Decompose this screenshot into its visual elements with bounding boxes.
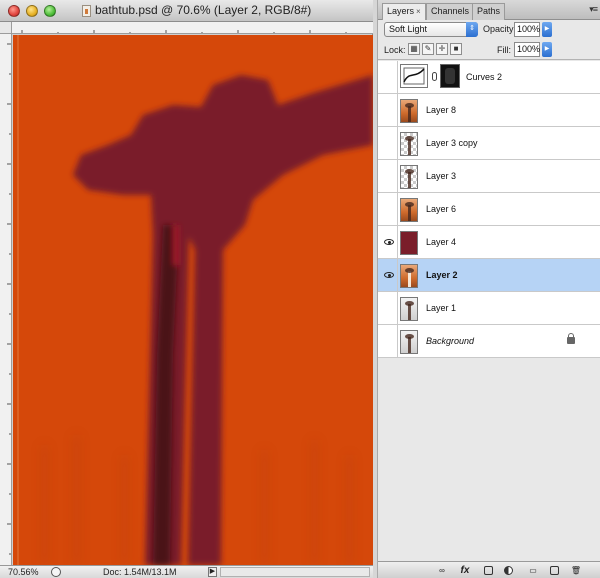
- layer-list: Curves 2 Layer 8 Layer 3 copy Layer 3 La…: [378, 61, 600, 358]
- eye-icon: [384, 239, 394, 245]
- layer-row-layer-1[interactable]: Layer 1: [378, 292, 600, 325]
- blend-mode-select[interactable]: Soft Light ⇕: [384, 22, 478, 37]
- layer-name: Curves 2: [466, 72, 503, 82]
- layer-name: Layer 4: [426, 237, 457, 247]
- layer-mask-thumbnail[interactable]: [440, 64, 460, 88]
- vertical-ruler[interactable]: [0, 34, 12, 565]
- layer-name: Layer 8: [426, 105, 457, 115]
- document-size: Doc: 1.54M/13.1M: [103, 567, 177, 577]
- panel-tab-bar: Layers × Channels Paths ▾≡: [378, 0, 600, 20]
- ruler-origin[interactable]: [0, 22, 12, 34]
- visibility-toggle[interactable]: [380, 325, 398, 357]
- visibility-toggle[interactable]: [380, 292, 398, 324]
- ruler-ticks: [21, 30, 347, 33]
- document-titlebar[interactable]: bathtub.psd @ 70.6% (Layer 2, RGB/8#): [0, 0, 373, 22]
- visibility-toggle[interactable]: [380, 193, 398, 225]
- opacity-input[interactable]: 100%: [514, 22, 540, 37]
- zoom-window-button[interactable]: [44, 5, 56, 17]
- minimize-window-button[interactable]: [26, 5, 38, 17]
- opacity-slider-arrow-icon[interactable]: ▶: [542, 22, 552, 37]
- visibility-toggle[interactable]: [380, 160, 398, 192]
- layer-thumbnail: [400, 198, 418, 222]
- layer-row-layer-6[interactable]: Layer 6: [378, 193, 600, 226]
- lock-all-icon[interactable]: ■: [450, 43, 462, 55]
- opacity-label: Opacity:: [483, 24, 517, 34]
- tab-channels-label: Channels: [431, 6, 470, 16]
- visibility-toggle[interactable]: [380, 94, 398, 126]
- new-layer-icon[interactable]: [548, 564, 560, 577]
- trash-icon[interactable]: 🗑: [570, 564, 582, 577]
- layer-row-layer-4[interactable]: Layer 4: [378, 226, 600, 259]
- select-arrows-icon: ⇕: [466, 22, 478, 37]
- document-status-bar: 70.56% Doc: 1.54M/13.1M ▶: [0, 565, 373, 578]
- layer-thumbnail: [400, 264, 418, 288]
- horizontal-scrollbar[interactable]: [220, 567, 370, 577]
- tab-paths-label: Paths: [477, 6, 501, 16]
- layer-name: Background: [426, 336, 475, 346]
- panel-menu-icon[interactable]: ▾≡: [589, 4, 598, 15]
- layer-name: Layer 6: [426, 204, 457, 214]
- curves-graph-icon: [403, 67, 425, 85]
- fill-label: Fill:: [497, 45, 511, 55]
- layer-thumbnail: [400, 231, 418, 255]
- layer-name: Layer 3 copy: [426, 138, 478, 148]
- layer-row-layer-2[interactable]: Layer 2: [378, 259, 600, 292]
- layer-name: Layer 1: [426, 303, 457, 313]
- ruler-ticks-vertical: [7, 43, 11, 555]
- visibility-toggle[interactable]: [380, 127, 398, 159]
- layer-thumbnail: [400, 132, 418, 156]
- blend-row: Soft Light ⇕ Opacity: 100% ▶: [378, 20, 600, 40]
- chain-link-icon[interactable]: [432, 72, 437, 81]
- visibility-toggle[interactable]: [380, 61, 398, 93]
- layer-row-background[interactable]: Background: [378, 325, 600, 358]
- fx-icon[interactable]: fx: [458, 564, 472, 577]
- lock-image-pixels-icon[interactable]: ✎: [422, 43, 434, 55]
- group-icon[interactable]: ▭: [526, 564, 540, 577]
- lock-row: Lock: ▦ ✎ ✛ ■ Fill: 100% ▶: [378, 40, 600, 60]
- document-title: bathtub.psd @ 70.6% (Layer 2, RGB/8#): [95, 3, 312, 17]
- blend-mode-value: Soft Light: [389, 24, 428, 34]
- lock-position-icon[interactable]: ✛: [436, 43, 448, 55]
- zoom-level[interactable]: 70.56%: [8, 567, 39, 577]
- mask-icon[interactable]: [482, 564, 494, 577]
- fill-input[interactable]: 100%: [514, 42, 540, 57]
- tab-channels[interactable]: Channels: [426, 3, 475, 20]
- horizontal-ruler[interactable]: [12, 22, 373, 34]
- visibility-toggle[interactable]: [380, 259, 398, 291]
- layer-thumbnail: [400, 330, 418, 354]
- layer-name: Layer 2: [426, 270, 458, 280]
- document-window: bathtub.psd @ 70.6% (Layer 2, RGB/8#) 70…: [0, 0, 373, 578]
- layer-row-layer-3[interactable]: Layer 3: [378, 160, 600, 193]
- lock-label: Lock:: [384, 45, 406, 55]
- layer-row-curves-2[interactable]: Curves 2: [378, 61, 600, 94]
- link-icon[interactable]: ∞: [434, 564, 450, 577]
- layers-panel-footer: ∞ fx ▭ 🗑: [378, 561, 600, 578]
- fill-slider-arrow-icon[interactable]: ▶: [542, 42, 552, 57]
- canvas-artwork: [13, 35, 373, 565]
- curves-adjustment-icon: [400, 64, 428, 88]
- layer-thumbnail: [400, 99, 418, 123]
- layer-row-layer-8[interactable]: Layer 8: [378, 94, 600, 127]
- visibility-toggle[interactable]: [380, 226, 398, 258]
- close-window-button[interactable]: [8, 5, 20, 17]
- eye-icon: [384, 272, 394, 278]
- status-menu-arrow-icon[interactable]: ▶: [208, 567, 217, 577]
- layer-thumbnail: [400, 165, 418, 189]
- tab-layers-label: Layers: [387, 6, 415, 16]
- tab-paths[interactable]: Paths: [472, 3, 506, 20]
- psd-file-icon: [82, 5, 91, 17]
- layers-panel: Layers × Channels Paths ▾≡ Soft Light ⇕ O…: [377, 0, 600, 578]
- lock-transparent-pixels-icon[interactable]: ▦: [408, 43, 420, 55]
- status-info-icon[interactable]: [51, 567, 61, 577]
- layer-row-layer-3-copy[interactable]: Layer 3 copy: [378, 127, 600, 160]
- app-window: bathtub.psd @ 70.6% (Layer 2, RGB/8#) 70…: [0, 0, 600, 578]
- layer-thumbnail: [400, 297, 418, 321]
- close-tab-icon[interactable]: ×: [416, 7, 421, 16]
- canvas-edge-line: [17, 35, 19, 565]
- lock-icon: [567, 333, 575, 344]
- tab-layers[interactable]: Layers ×: [382, 3, 426, 20]
- image-canvas[interactable]: [13, 35, 373, 565]
- adjustment-icon[interactable]: [502, 564, 514, 577]
- layer-name: Layer 3: [426, 171, 457, 181]
